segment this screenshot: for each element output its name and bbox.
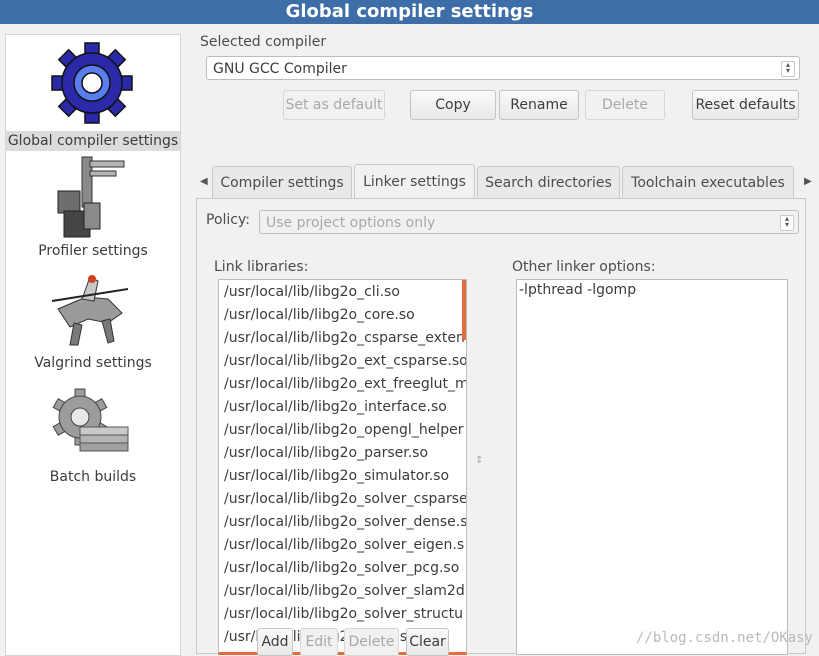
- main-panel: Selected compiler GNU GCC Compiler ▴ ▾ Se…: [183, 30, 819, 656]
- library-list-item[interactable]: /usr/local/lib/libg2o_cli.so: [219, 281, 466, 304]
- delete-compiler-button[interactable]: Delete: [585, 90, 665, 120]
- reset-defaults-button[interactable]: Reset defaults: [692, 90, 799, 120]
- library-list-item[interactable]: /usr/local/lib/libg2o_parser.so: [219, 442, 466, 465]
- sidebar-item-profiler-settings[interactable]: Profiler settings: [6, 155, 180, 265]
- spin-arrows-icon: ▴ ▾: [781, 61, 795, 77]
- other-linker-options-value: -lpthread -lgomp: [519, 282, 637, 298]
- edit-library-button[interactable]: Edit: [300, 628, 338, 656]
- sidebar: Global compiler settings Profiler settin…: [5, 34, 181, 656]
- spin-arrows-icon: ▴ ▾: [780, 215, 794, 231]
- tab-compiler-settings[interactable]: Compiler settings: [212, 166, 352, 198]
- compiler-select[interactable]: GNU GCC Compiler ▴ ▾: [206, 56, 800, 80]
- splitter-handle-icon[interactable]: ⇕: [475, 455, 483, 466]
- gear-icon: [51, 42, 133, 124]
- tab-linker-settings[interactable]: Linker settings: [354, 164, 475, 198]
- clear-libraries-button[interactable]: Clear: [406, 628, 449, 656]
- link-libraries-label: Link libraries:: [214, 259, 309, 275]
- sidebar-item-batch-builds[interactable]: Batch builds: [6, 381, 180, 491]
- sidebar-item-valgrind-settings[interactable]: Valgrind settings: [6, 267, 180, 379]
- sidebar-item-label: Valgrind settings: [34, 355, 152, 371]
- link-libraries-list[interactable]: /usr/local/lib/libg2o_cli.so/usr/local/l…: [218, 279, 467, 655]
- library-list-item[interactable]: /usr/local/lib/libg2o_solver_structu: [219, 603, 466, 626]
- tab-search-directories[interactable]: Search directories: [477, 166, 620, 198]
- tab-toolchain-executables[interactable]: Toolchain executables: [622, 166, 794, 198]
- sidebar-item-global-compiler-settings[interactable]: Global compiler settings: [6, 39, 180, 151]
- sidebar-item-label: Profiler settings: [38, 243, 148, 259]
- policy-label: Policy:: [206, 212, 250, 228]
- tab-scroll-left-icon[interactable]: ◀: [200, 176, 208, 187]
- selected-compiler-label: Selected compiler: [200, 34, 327, 50]
- delete-library-button[interactable]: Delete: [344, 628, 399, 656]
- library-list-item[interactable]: /usr/local/lib/libg2o_solver_eigen.s: [219, 534, 466, 557]
- library-list-item[interactable]: /usr/local/lib/libg2o_solver_csparse: [219, 488, 466, 511]
- library-list-item[interactable]: /usr/local/lib/libg2o_solver_pcg.so: [219, 557, 466, 580]
- library-list-item[interactable]: /usr/local/lib/libg2o_opengl_helper: [219, 419, 466, 442]
- library-list-item[interactable]: /usr/local/lib/libg2o_interface.so: [219, 396, 466, 419]
- linker-settings-panel: Policy: Use project options only ▴ ▾ Link…: [196, 198, 806, 655]
- copy-button[interactable]: Copy: [410, 90, 496, 120]
- gear-stack-icon: [52, 388, 129, 452]
- other-linker-options-text[interactable]: -lpthread -lgomp: [516, 279, 788, 655]
- rename-button[interactable]: Rename: [499, 90, 579, 120]
- library-list-item[interactable]: /usr/local/lib/libg2o_solver_slam2d: [219, 580, 466, 603]
- sidebar-item-label: Batch builds: [49, 469, 137, 485]
- policy-select[interactable]: Use project options only ▴ ▾: [259, 210, 799, 234]
- sidebar-item-label: Global compiler settings: [6, 131, 180, 151]
- caliper-icon: [57, 156, 125, 238]
- library-list-item[interactable]: /usr/local/lib/libg2o_ext_csparse.so: [219, 350, 466, 373]
- add-library-button[interactable]: Add: [257, 628, 293, 656]
- window-title: Global compiler settings: [0, 0, 819, 24]
- tab-scroll-right-icon[interactable]: ▶: [804, 176, 812, 187]
- library-list-item[interactable]: /usr/local/lib/libg2o_core.so: [219, 304, 466, 327]
- policy-select-value: Use project options only: [266, 215, 436, 231]
- library-list-item[interactable]: /usr/local/lib/libg2o_simulator.so: [219, 465, 466, 488]
- compiler-select-value: GNU GCC Compiler: [213, 61, 347, 77]
- library-list-item[interactable]: /usr/local/lib/libg2o_ext_freeglut_m: [219, 373, 466, 396]
- set-as-default-button[interactable]: Set as default: [283, 90, 385, 120]
- watermark: //blog.csdn.net/OKasy: [635, 630, 813, 646]
- library-list-item[interactable]: /usr/local/lib/libg2o_csparse_exten: [219, 327, 466, 350]
- other-linker-options-label: Other linker options:: [512, 259, 656, 275]
- list-scroll-indicator: [462, 280, 466, 340]
- knight-icon: [51, 275, 129, 346]
- library-list-item[interactable]: /usr/local/lib/libg2o_solver_dense.s: [219, 511, 466, 534]
